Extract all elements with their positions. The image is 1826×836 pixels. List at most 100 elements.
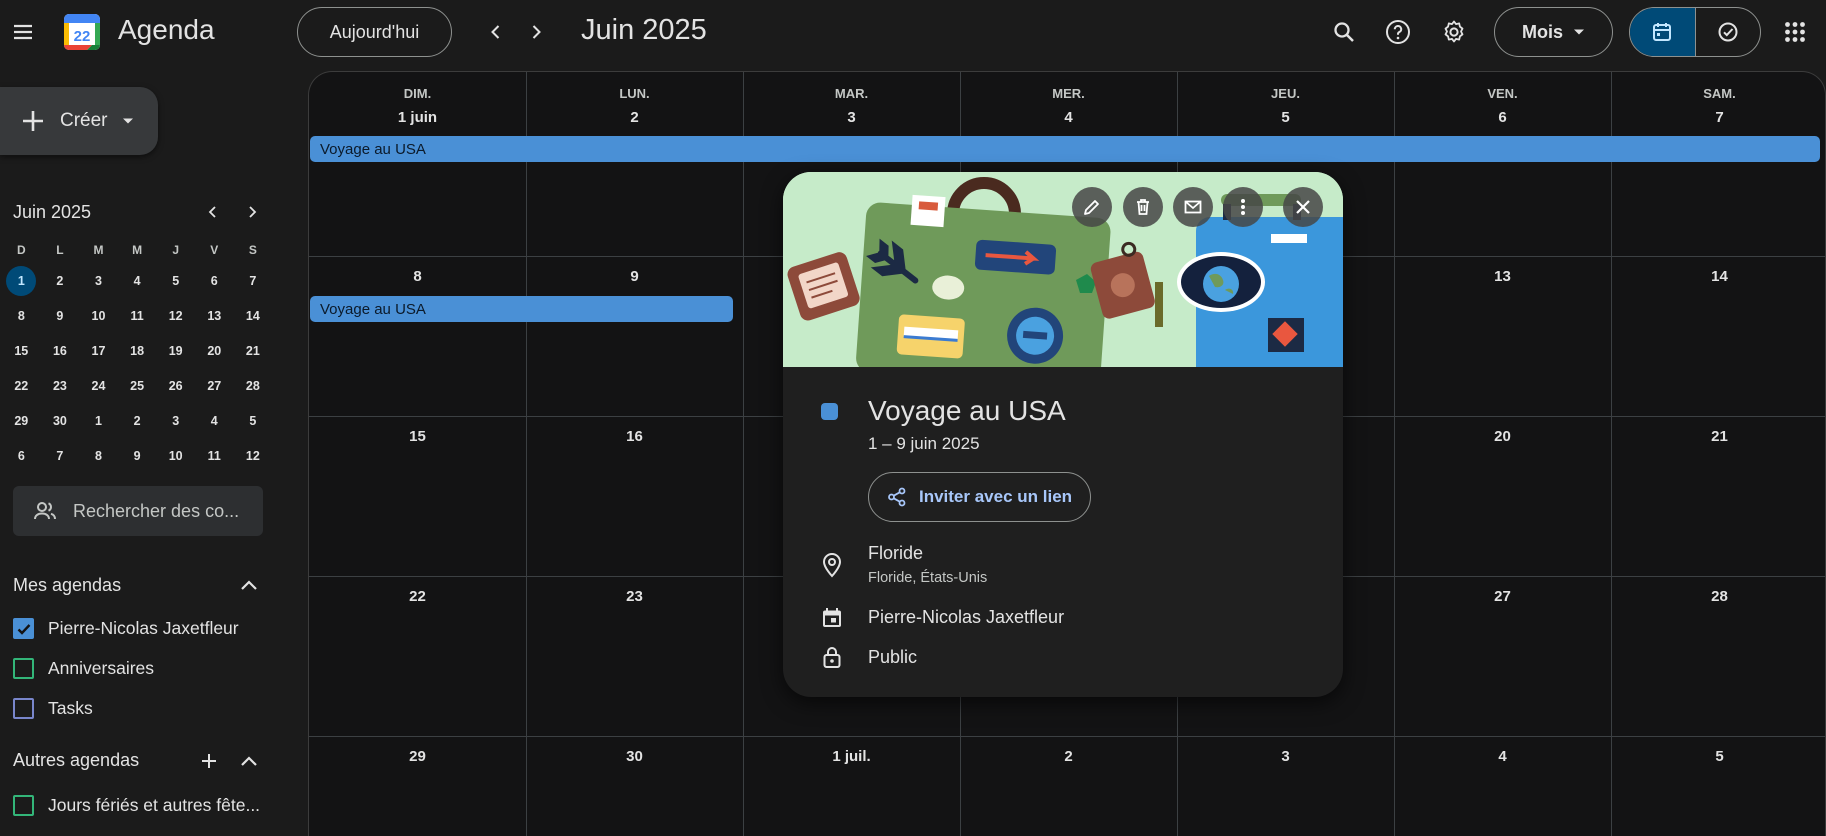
mini-calendar-day[interactable]: 27 xyxy=(195,368,234,403)
day-number[interactable]: 2 xyxy=(960,748,1177,765)
tasks-view-icon[interactable] xyxy=(1696,8,1761,56)
mini-calendar-day[interactable]: 30 xyxy=(41,403,80,438)
calendar-list-item[interactable]: Pierre-Nicolas Jaxetfleur xyxy=(13,618,239,639)
mini-calendar-day[interactable]: 4 xyxy=(195,403,234,438)
day-number[interactable]: 20 xyxy=(1394,428,1611,445)
chevron-left-icon[interactable] xyxy=(476,12,516,52)
calendar-list-item[interactable]: Tasks xyxy=(13,698,93,719)
mini-calendar-day[interactable]: 8 xyxy=(79,438,118,473)
mini-calendar-day[interactable]: 11 xyxy=(195,438,234,473)
day-number[interactable]: 27 xyxy=(1394,588,1611,605)
mini-calendar-day[interactable]: 10 xyxy=(79,298,118,333)
day-number[interactable]: 3 xyxy=(1177,748,1394,765)
mini-calendar-day[interactable]: 26 xyxy=(156,368,195,403)
mini-calendar-day[interactable]: 2 xyxy=(41,263,80,298)
day-number[interactable]: 7 xyxy=(1611,109,1825,126)
checkbox-unchecked-icon[interactable] xyxy=(13,698,34,719)
day-number[interactable]: 3 xyxy=(743,109,960,126)
day-number[interactable]: 6 xyxy=(1394,109,1611,126)
edit-icon[interactable] xyxy=(1072,187,1112,227)
day-number[interactable]: 4 xyxy=(1394,748,1611,765)
more-options-icon[interactable] xyxy=(1223,187,1263,227)
mini-calendar-day[interactable]: 2 xyxy=(118,403,157,438)
checkbox-unchecked-icon[interactable] xyxy=(13,795,34,816)
mini-calendar-day[interactable]: 22 xyxy=(2,368,41,403)
mini-calendar-day[interactable]: 7 xyxy=(234,263,273,298)
create-button[interactable]: Créer xyxy=(0,87,158,155)
day-cell[interactable] xyxy=(526,72,743,256)
event-location[interactable]: Floride xyxy=(868,543,923,564)
mini-calendar-day[interactable]: 3 xyxy=(79,263,118,298)
day-cell[interactable] xyxy=(1611,72,1825,256)
mini-calendar-day[interactable]: 4 xyxy=(118,263,157,298)
checkbox-unchecked-icon[interactable] xyxy=(13,658,34,679)
chevron-up-icon[interactable] xyxy=(234,742,264,780)
mini-calendar-day[interactable]: 12 xyxy=(234,438,273,473)
help-icon[interactable] xyxy=(1378,12,1418,52)
mini-prev-month-icon[interactable] xyxy=(198,197,228,227)
day-number[interactable]: 5 xyxy=(1611,748,1825,765)
mini-calendar-day[interactable]: 18 xyxy=(118,333,157,368)
mini-calendar-day[interactable]: 21 xyxy=(234,333,273,368)
day-number[interactable]: 28 xyxy=(1611,588,1825,605)
mini-calendar-day[interactable]: 24 xyxy=(79,368,118,403)
menu-icon[interactable] xyxy=(3,12,43,52)
day-number[interactable]: 8 xyxy=(309,268,526,285)
mini-calendar-day[interactable]: 1 xyxy=(2,263,41,298)
day-number[interactable]: 15 xyxy=(309,428,526,445)
other-calendars-title[interactable]: Autres agendas xyxy=(13,750,139,771)
chevron-right-icon[interactable] xyxy=(516,12,556,52)
mini-calendar-day[interactable]: 23 xyxy=(41,368,80,403)
mini-calendar-day[interactable]: 9 xyxy=(41,298,80,333)
day-number[interactable]: 22 xyxy=(309,588,526,605)
day-number[interactable]: 14 xyxy=(1611,268,1825,285)
mini-next-month-icon[interactable] xyxy=(237,197,267,227)
mini-calendar-day[interactable]: 15 xyxy=(2,333,41,368)
mini-calendar-day[interactable]: 28 xyxy=(234,368,273,403)
day-number[interactable]: 5 xyxy=(1177,109,1394,126)
mini-calendar-day[interactable]: 13 xyxy=(195,298,234,333)
day-number[interactable]: 16 xyxy=(526,428,743,445)
view-select[interactable]: Mois xyxy=(1494,7,1613,57)
mini-calendar-day[interactable]: 12 xyxy=(156,298,195,333)
day-number[interactable]: 1 juil. xyxy=(743,748,960,765)
mini-calendar-day[interactable]: 9 xyxy=(118,438,157,473)
search-icon[interactable] xyxy=(1324,12,1364,52)
day-number[interactable]: 30 xyxy=(526,748,743,765)
day-number[interactable]: 13 xyxy=(1394,268,1611,285)
calendar-list-item[interactable]: Jours fériés et autres fête... xyxy=(13,795,260,816)
apps-grid-icon[interactable] xyxy=(1775,12,1815,52)
day-number[interactable]: 9 xyxy=(526,268,743,285)
plus-icon[interactable] xyxy=(194,742,224,780)
mini-calendar-day[interactable]: 7 xyxy=(41,438,80,473)
invite-link-button[interactable]: Inviter avec un lien xyxy=(868,472,1091,522)
event-bar[interactable]: Voyage au USA xyxy=(310,136,1820,162)
mini-calendar-day[interactable]: 14 xyxy=(234,298,273,333)
mini-calendar-day[interactable]: 5 xyxy=(234,403,273,438)
checkbox-checked-icon[interactable] xyxy=(13,618,34,639)
calendar-view-icon[interactable] xyxy=(1630,8,1695,56)
event-bar[interactable]: Voyage au USA xyxy=(310,296,733,322)
mini-calendar-day[interactable]: 8 xyxy=(2,298,41,333)
mini-calendar-day[interactable]: 1 xyxy=(79,403,118,438)
day-number[interactable]: 2 xyxy=(526,109,743,126)
day-number[interactable]: 1 juin xyxy=(309,109,526,126)
search-people-input[interactable]: Rechercher des co... xyxy=(13,486,263,536)
chevron-up-icon[interactable] xyxy=(234,566,264,604)
email-icon[interactable] xyxy=(1173,187,1213,227)
settings-icon[interactable] xyxy=(1434,12,1474,52)
day-number[interactable]: 4 xyxy=(960,109,1177,126)
mini-calendar-day[interactable]: 3 xyxy=(156,403,195,438)
today-button[interactable]: Aujourd'hui xyxy=(297,7,452,57)
day-cell[interactable] xyxy=(1394,72,1611,256)
mini-calendar-day[interactable]: 16 xyxy=(41,333,80,368)
delete-icon[interactable] xyxy=(1123,187,1163,227)
mini-calendar-day[interactable]: 5 xyxy=(156,263,195,298)
close-icon[interactable] xyxy=(1283,187,1323,227)
mini-calendar-day[interactable]: 29 xyxy=(2,403,41,438)
day-cell[interactable] xyxy=(309,72,526,256)
my-calendars-title[interactable]: Mes agendas xyxy=(13,575,121,596)
calendar-list-item[interactable]: Anniversaires xyxy=(13,658,154,679)
day-number[interactable]: 29 xyxy=(309,748,526,765)
mini-calendar-day[interactable]: 25 xyxy=(118,368,157,403)
